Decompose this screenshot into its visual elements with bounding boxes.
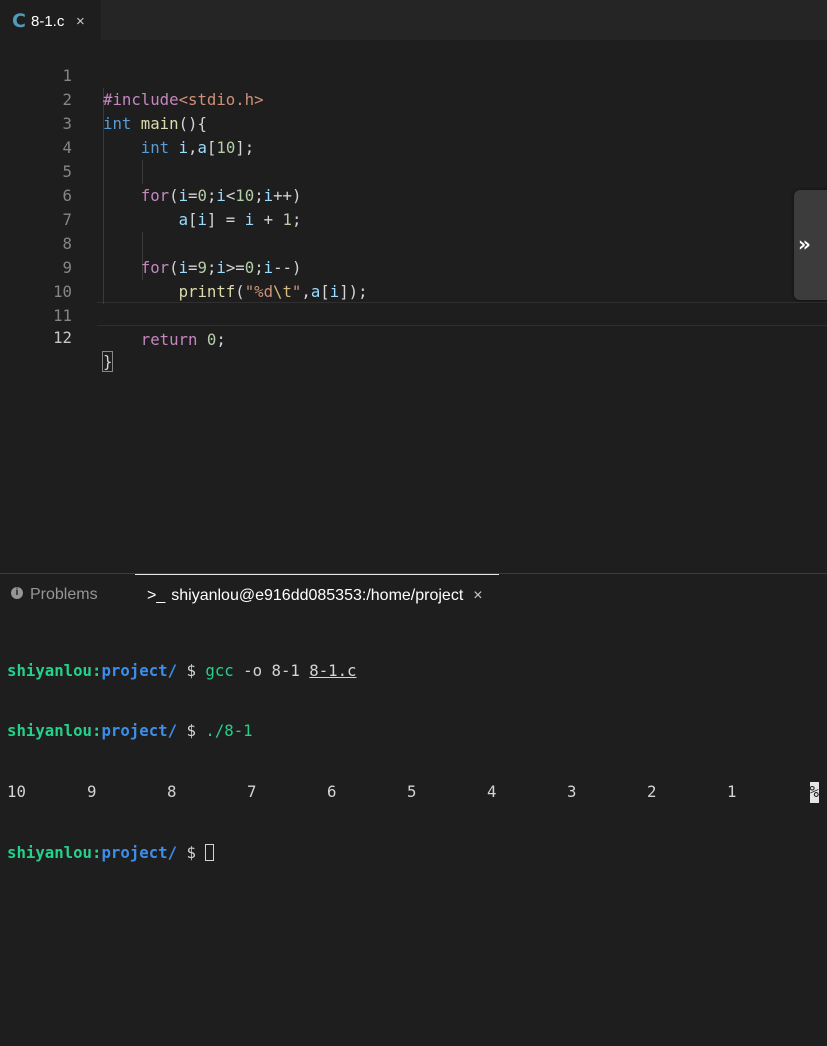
expand-panel-button[interactable]: » [794, 190, 827, 300]
close-icon[interactable]: × [473, 587, 482, 604]
code-line: 1 #include<stdio.h> [0, 40, 827, 109]
terminal-output[interactable]: shiyanlou:project/ $ gcc -o 8-1 8-1.c sh… [7, 620, 822, 904]
tab-problems[interactable]: i Problems [11, 574, 98, 616]
code-line: 9 printf("%d\t",a[i]); [0, 232, 827, 301]
tab-8-1-c[interactable]: C 8-1.c × [0, 0, 101, 40]
c-language-icon: C [12, 10, 26, 32]
output-value: 3 [567, 782, 577, 802]
output-value: 9 [87, 782, 97, 802]
output-value: 4 [487, 782, 497, 802]
code-line: 11 return 0; [0, 280, 827, 349]
double-chevron-right-icon: » [798, 232, 811, 256]
output-value: 5 [407, 782, 417, 802]
code-line: 8 for(i=9;i>=0;i--) [0, 208, 827, 277]
code-editor[interactable]: 1 #include<stdio.h> 2 int main(){ 3 int … [0, 40, 827, 573]
tab-problems-label: Problems [30, 586, 98, 603]
code-line: 6 a[i] = i + 1; [0, 160, 827, 229]
output-value: 2 [647, 782, 657, 802]
terminal-cursor [205, 844, 215, 862]
matched-brace: } [101, 351, 114, 372]
line-number: 12 [53, 328, 72, 347]
code-line: 5 for(i=0;i<10;i++) [0, 136, 827, 205]
output-value: 1 [727, 782, 737, 802]
close-icon[interactable]: × [76, 13, 85, 31]
info-icon: i [11, 586, 23, 599]
editor-tab-bar: C 8-1.c × [0, 0, 827, 40]
code-line: 2 int main(){ [0, 64, 827, 133]
output-value: 6 [327, 782, 337, 802]
output-value: 7 [247, 782, 257, 802]
no-newline-marker: % [809, 782, 819, 803]
terminal-line: shiyanlou:project/ $ [7, 843, 822, 863]
code-line: 7 [0, 184, 827, 229]
terminal-line: shiyanlou:project/ $ ./8-1 [7, 721, 253, 741]
output-value: 10 [7, 782, 26, 802]
output-value: 8 [167, 782, 177, 802]
tab-terminal-label: shiyanlou@e916dd085353:/home/project [171, 587, 464, 604]
terminal-output-line: 10 9 8 7 6 5 4 3 2 1 % [7, 782, 822, 803]
code-line: 12 } [0, 302, 827, 372]
terminal-icon: >_ [147, 587, 166, 604]
bottom-panel: i Problems >_ shiyanlou@e916dd085353:/home… [0, 573, 827, 862]
code-line: 3 int i,a[10]; [0, 88, 827, 157]
code-line: 10 [0, 256, 827, 301]
tab-label: 8-1.c [31, 13, 65, 30]
tab-terminal[interactable]: >_ shiyanlou@e916dd085353:/home/project × [135, 574, 499, 616]
terminal-line: shiyanlou:project/ $ gcc -o 8-1 8-1.c [7, 660, 357, 680]
code-line: 4 [0, 112, 827, 157]
